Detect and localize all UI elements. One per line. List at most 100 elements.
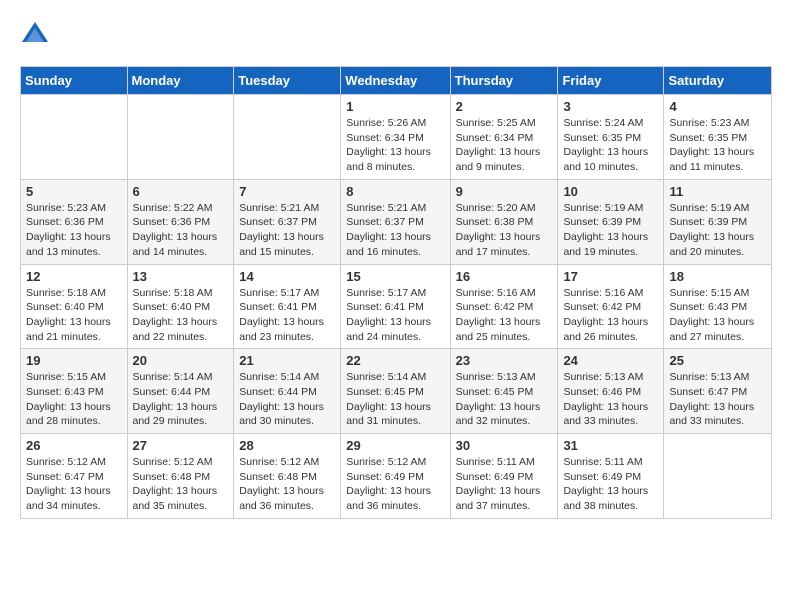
day-number: 26 <box>26 438 122 453</box>
calendar-table: SundayMondayTuesdayWednesdayThursdayFrid… <box>20 66 772 519</box>
day-info: Sunrise: 5:23 AM Sunset: 6:35 PM Dayligh… <box>669 116 766 175</box>
day-cell-28: 28 Sunrise: 5:12 AM Sunset: 6:48 PM Dayli… <box>234 434 341 519</box>
day-cell-25: 25 Sunrise: 5:13 AM Sunset: 6:47 PM Dayli… <box>664 349 772 434</box>
day-number: 9 <box>456 184 553 199</box>
day-info: Sunrise: 5:14 AM Sunset: 6:45 PM Dayligh… <box>346 370 444 429</box>
day-number: 18 <box>669 269 766 284</box>
day-cell-1: 1Sunrise: 5:26 AM Sunset: 6:34 PM Daylig… <box>341 95 450 180</box>
day-cell-18: 18 Sunrise: 5:15 AM Sunset: 6:43 PM Dayli… <box>664 264 772 349</box>
day-cell-15: 15 Sunrise: 5:17 AM Sunset: 6:41 PM Dayli… <box>341 264 450 349</box>
week-row-3: 12 Sunrise: 5:18 AM Sunset: 6:40 PM Dayli… <box>21 264 772 349</box>
weekday-thursday: Thursday <box>450 67 558 95</box>
day-cell-3: 3 Sunrise: 5:24 AM Sunset: 6:35 PM Daylig… <box>558 95 664 180</box>
day-info: Sunrise: 5:23 AM Sunset: 6:36 PM Dayligh… <box>26 201 122 260</box>
day-info: Sunrise: 5:18 AM Sunset: 6:40 PM Dayligh… <box>133 286 229 345</box>
day-number: 8 <box>346 184 444 199</box>
day-number: 11 <box>669 184 766 199</box>
day-info: Sunrise: 5:17 AM Sunset: 6:41 PM Dayligh… <box>346 286 444 345</box>
day-info: Sunrise: 5:19 AM Sunset: 6:39 PM Dayligh… <box>563 201 658 260</box>
day-number: 15 <box>346 269 444 284</box>
day-info: Sunrise: 5:18 AM Sunset: 6:40 PM Dayligh… <box>26 286 122 345</box>
week-row-1: 1Sunrise: 5:26 AM Sunset: 6:34 PM Daylig… <box>21 95 772 180</box>
day-cell-16: 16Sunrise: 5:16 AM Sunset: 6:42 PM Dayli… <box>450 264 558 349</box>
day-cell-21: 21 Sunrise: 5:14 AM Sunset: 6:44 PM Dayli… <box>234 349 341 434</box>
day-cell-13: 13 Sunrise: 5:18 AM Sunset: 6:40 PM Dayli… <box>127 264 234 349</box>
empty-cell <box>21 95 128 180</box>
day-info: Sunrise: 5:25 AM Sunset: 6:34 PM Dayligh… <box>456 116 553 175</box>
day-info: Sunrise: 5:12 AM Sunset: 6:48 PM Dayligh… <box>239 455 335 514</box>
weekday-sunday: Sunday <box>21 67 128 95</box>
day-cell-20: 20Sunrise: 5:14 AM Sunset: 6:44 PM Dayli… <box>127 349 234 434</box>
day-number: 21 <box>239 353 335 368</box>
day-cell-17: 17 Sunrise: 5:16 AM Sunset: 6:42 PM Dayli… <box>558 264 664 349</box>
day-cell-29: 29 Sunrise: 5:12 AM Sunset: 6:49 PM Dayli… <box>341 434 450 519</box>
day-info: Sunrise: 5:16 AM Sunset: 6:42 PM Dayligh… <box>563 286 658 345</box>
day-cell-19: 19Sunrise: 5:15 AM Sunset: 6:43 PM Dayli… <box>21 349 128 434</box>
day-number: 5 <box>26 184 122 199</box>
empty-cell <box>127 95 234 180</box>
day-cell-30: 30Sunrise: 5:11 AM Sunset: 6:49 PM Dayli… <box>450 434 558 519</box>
day-info: Sunrise: 5:11 AM Sunset: 6:49 PM Dayligh… <box>563 455 658 514</box>
day-info: Sunrise: 5:13 AM Sunset: 6:46 PM Dayligh… <box>563 370 658 429</box>
day-cell-10: 10 Sunrise: 5:19 AM Sunset: 6:39 PM Dayli… <box>558 179 664 264</box>
day-cell-12: 12 Sunrise: 5:18 AM Sunset: 6:40 PM Dayli… <box>21 264 128 349</box>
day-info: Sunrise: 5:19 AM Sunset: 6:39 PM Dayligh… <box>669 201 766 260</box>
day-number: 13 <box>133 269 229 284</box>
day-info: Sunrise: 5:22 AM Sunset: 6:36 PM Dayligh… <box>133 201 229 260</box>
week-row-2: 5 Sunrise: 5:23 AM Sunset: 6:36 PM Daylig… <box>21 179 772 264</box>
weekday-header-row: SundayMondayTuesdayWednesdayThursdayFrid… <box>21 67 772 95</box>
day-number: 2 <box>456 99 553 114</box>
day-number: 14 <box>239 269 335 284</box>
day-info: Sunrise: 5:13 AM Sunset: 6:47 PM Dayligh… <box>669 370 766 429</box>
logo <box>20 20 56 50</box>
logo-icon <box>20 20 50 50</box>
day-cell-6: 6 Sunrise: 5:22 AM Sunset: 6:36 PM Daylig… <box>127 179 234 264</box>
day-number: 10 <box>563 184 658 199</box>
day-cell-11: 11 Sunrise: 5:19 AM Sunset: 6:39 PM Dayli… <box>664 179 772 264</box>
day-number: 7 <box>239 184 335 199</box>
day-cell-8: 8 Sunrise: 5:21 AM Sunset: 6:37 PM Daylig… <box>341 179 450 264</box>
day-info: Sunrise: 5:21 AM Sunset: 6:37 PM Dayligh… <box>239 201 335 260</box>
day-number: 30 <box>456 438 553 453</box>
day-number: 1 <box>346 99 444 114</box>
day-cell-14: 14Sunrise: 5:17 AM Sunset: 6:41 PM Dayli… <box>234 264 341 349</box>
day-number: 29 <box>346 438 444 453</box>
day-number: 6 <box>133 184 229 199</box>
day-cell-4: 4Sunrise: 5:23 AM Sunset: 6:35 PM Daylig… <box>664 95 772 180</box>
day-number: 17 <box>563 269 658 284</box>
day-info: Sunrise: 5:21 AM Sunset: 6:37 PM Dayligh… <box>346 201 444 260</box>
week-row-5: 26 Sunrise: 5:12 AM Sunset: 6:47 PM Dayli… <box>21 434 772 519</box>
weekday-wednesday: Wednesday <box>341 67 450 95</box>
weekday-tuesday: Tuesday <box>234 67 341 95</box>
day-info: Sunrise: 5:12 AM Sunset: 6:48 PM Dayligh… <box>133 455 229 514</box>
day-cell-23: 23 Sunrise: 5:13 AM Sunset: 6:45 PM Dayli… <box>450 349 558 434</box>
day-cell-2: 2 Sunrise: 5:25 AM Sunset: 6:34 PM Daylig… <box>450 95 558 180</box>
empty-cell <box>234 95 341 180</box>
day-info: Sunrise: 5:12 AM Sunset: 6:49 PM Dayligh… <box>346 455 444 514</box>
week-row-4: 19Sunrise: 5:15 AM Sunset: 6:43 PM Dayli… <box>21 349 772 434</box>
weekday-monday: Monday <box>127 67 234 95</box>
day-info: Sunrise: 5:13 AM Sunset: 6:45 PM Dayligh… <box>456 370 553 429</box>
day-info: Sunrise: 5:15 AM Sunset: 6:43 PM Dayligh… <box>669 286 766 345</box>
day-number: 24 <box>563 353 658 368</box>
day-cell-7: 7 Sunrise: 5:21 AM Sunset: 6:37 PM Daylig… <box>234 179 341 264</box>
day-number: 28 <box>239 438 335 453</box>
day-info: Sunrise: 5:14 AM Sunset: 6:44 PM Dayligh… <box>239 370 335 429</box>
day-info: Sunrise: 5:12 AM Sunset: 6:47 PM Dayligh… <box>26 455 122 514</box>
day-number: 16 <box>456 269 553 284</box>
day-number: 31 <box>563 438 658 453</box>
day-number: 25 <box>669 353 766 368</box>
day-cell-31: 31 Sunrise: 5:11 AM Sunset: 6:49 PM Dayli… <box>558 434 664 519</box>
weekday-friday: Friday <box>558 67 664 95</box>
day-cell-24: 24 Sunrise: 5:13 AM Sunset: 6:46 PM Dayli… <box>558 349 664 434</box>
day-number: 22 <box>346 353 444 368</box>
day-info: Sunrise: 5:15 AM Sunset: 6:43 PM Dayligh… <box>26 370 122 429</box>
day-number: 12 <box>26 269 122 284</box>
day-info: Sunrise: 5:24 AM Sunset: 6:35 PM Dayligh… <box>563 116 658 175</box>
day-cell-5: 5 Sunrise: 5:23 AM Sunset: 6:36 PM Daylig… <box>21 179 128 264</box>
empty-cell <box>664 434 772 519</box>
day-number: 23 <box>456 353 553 368</box>
day-cell-26: 26 Sunrise: 5:12 AM Sunset: 6:47 PM Dayli… <box>21 434 128 519</box>
day-number: 3 <box>563 99 658 114</box>
day-info: Sunrise: 5:20 AM Sunset: 6:38 PM Dayligh… <box>456 201 553 260</box>
